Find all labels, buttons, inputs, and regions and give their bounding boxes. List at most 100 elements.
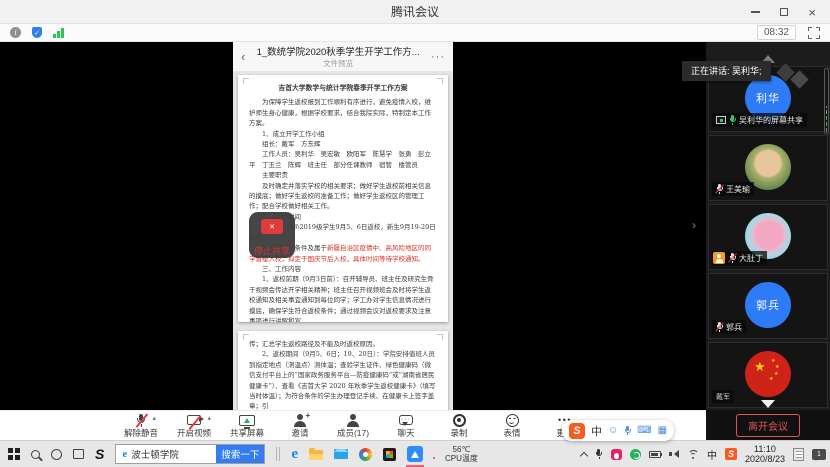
meeting-timer: 08:32: [757, 25, 796, 40]
stop-share-label[interactable]: 停止共享: [254, 244, 290, 257]
mic-muted-icon: [716, 322, 723, 332]
record-button[interactable]: 录制: [439, 413, 479, 438]
unmute-button[interactable]: ▴ 解除静音: [121, 413, 161, 438]
notification-center-icon[interactable]: 1: [812, 449, 826, 460]
video-options-caret-icon[interactable]: ▴: [207, 414, 211, 422]
ime-mode-indicator[interactable]: 中: [591, 423, 602, 439]
participant-name: 吴利华的屏幕共享: [739, 115, 803, 126]
mic-muted-icon: [729, 253, 736, 263]
edge-browser-icon[interactable]: e: [291, 447, 298, 462]
emoji-button[interactable]: 表情: [492, 413, 532, 438]
tencent-meeting-taskbar-icon[interactable]: [407, 446, 423, 465]
camera-off-icon: [187, 415, 201, 425]
tencent-meeting-window: 腾讯会议 × i ✓ 08:32 ‹ 1_数统学院2020秋季学生开学工: [0, 0, 830, 467]
panel-expand-chevron-icon[interactable]: ›: [692, 218, 696, 232]
speaking-toast: 正在讲话: 吴利华;: [682, 61, 771, 81]
ime-emoji-icon[interactable]: ☺: [608, 426, 618, 436]
video-tile[interactable]: 大肚丁: [708, 204, 828, 270]
maximize-icon[interactable]: [780, 8, 788, 16]
video-tile[interactable]: 郭兵 郭兵: [708, 273, 828, 339]
back-chevron-icon[interactable]: ‹: [241, 49, 245, 64]
participants-panel: 利华 吴利华的屏幕共享 王美瑜: [706, 42, 830, 410]
tray-mic-icon[interactable]: [595, 449, 603, 460]
host-badge-icon: [713, 252, 725, 264]
taskbar-search-box[interactable]: e 波士顿学院 搜索一下: [115, 444, 265, 464]
network-signal-icon[interactable]: [53, 28, 64, 38]
video-tile[interactable]: 王美瑜: [708, 135, 828, 201]
search-submit-button[interactable]: 搜索一下: [216, 444, 264, 464]
members-button[interactable]: 成员(17): [333, 413, 373, 438]
document-header: ‹ 1_数统学院2020秋季学生开学工作方... 文件预览 ···: [233, 42, 453, 72]
document-title: 1_数统学院2020秋季学生开学工作方...: [249, 44, 427, 58]
minimize-icon[interactable]: [751, 11, 760, 13]
participant-name: 戴军: [716, 392, 730, 402]
volume-icon[interactable]: [669, 449, 679, 459]
participant-name: 郭兵: [726, 322, 742, 333]
audio-level-meter: [824, 68, 829, 134]
mic-muted-icon: [716, 184, 723, 194]
close-icon[interactable]: ×: [808, 6, 816, 19]
sogou-logo-icon[interactable]: S: [569, 423, 585, 439]
ime-voice-icon[interactable]: [624, 426, 631, 436]
title-bar: 腾讯会议 ×: [0, 0, 830, 24]
browser-360-icon[interactable]: [359, 448, 372, 461]
document-page-2: 传；汇总学生返校路径及不能及时返校原因。 2、返校期间（9月5、6日；19、20…: [238, 331, 448, 410]
doc-paragraph: 三、工作内容: [249, 264, 437, 274]
window-title: 腾讯会议: [391, 3, 439, 20]
app-icon-s[interactable]: S: [95, 447, 104, 461]
members-icon: [346, 414, 360, 427]
doc-heading: 吉首大学数学与统计学院春季开学工作方案: [249, 83, 437, 93]
battery-icon[interactable]: [649, 451, 661, 458]
document-subtitle: 文件预览: [249, 58, 427, 69]
meeting-toolbar-row: ▴ 解除静音 ▴ 开启视频 共享屏幕 + 邀请 成员(17) ·: [0, 410, 830, 440]
taskbar-search-icon[interactable]: [31, 450, 40, 459]
screen-share-icon: [716, 116, 726, 124]
document-more-icon[interactable]: ···: [431, 51, 445, 63]
leave-meeting-button[interactable]: 离开会议: [736, 414, 800, 437]
chat-bubble-icon: ···: [399, 415, 413, 425]
start-button-icon[interactable]: [8, 448, 20, 460]
star-icon: ★: [754, 359, 766, 375]
doc-paragraph: 主要职责: [249, 170, 437, 180]
invite-button[interactable]: + 邀请: [280, 413, 320, 438]
task-view-icon[interactable]: [73, 449, 84, 459]
flag-avatar: ★ ★ ★ ★ ★: [745, 351, 791, 397]
sogou-tray-icon[interactable]: S: [725, 448, 737, 460]
doc-paragraph: 1、成立开学工作小组: [249, 129, 437, 139]
wifi-icon[interactable]: [687, 449, 699, 459]
notification-badge: 1: [817, 451, 821, 458]
ime-keyboard-icon[interactable]: ⌨: [637, 426, 651, 436]
ime-toolbox-icon[interactable]: ▦: [658, 426, 667, 436]
stop-share-overlay[interactable]: ✕ 停止共享: [249, 212, 295, 258]
fullscreen-icon[interactable]: [808, 27, 820, 39]
ime-language-indicator[interactable]: 中: [707, 447, 717, 462]
sticky-note-icon[interactable]: [793, 448, 804, 461]
tray-expand-chevron-icon[interactable]: [580, 451, 588, 459]
start-video-button[interactable]: ▴ 开启视频: [174, 413, 214, 438]
windows-taskbar: S e 波士顿学院 搜索一下 e 56℃ CPU温度: [0, 440, 830, 467]
meeting-status-bar: i ✓ 08:32: [0, 24, 830, 42]
search-query-text[interactable]: 波士顿学院: [131, 447, 216, 461]
security-shield-icon[interactable]: ✓: [32, 27, 42, 38]
cortana-icon[interactable]: [51, 449, 62, 460]
main-area: ‹ 1_数统学院2020秋季学生开学工作方... 文件预览 ··· 吉首大学数学…: [0, 42, 830, 410]
share-screen-button[interactable]: 共享屏幕: [227, 413, 267, 438]
tray-green-app-icon[interactable]: [630, 449, 641, 460]
participant-label: 吴利华的屏幕共享: [712, 113, 807, 127]
meeting-info-icon[interactable]: i: [10, 27, 21, 38]
taskbar-clock[interactable]: 11:10 2020/8/23: [745, 444, 785, 464]
chat-button[interactable]: ··· 聊天: [386, 413, 426, 438]
mic-options-caret-icon[interactable]: ▴: [152, 414, 156, 422]
file-explorer-icon[interactable]: [309, 450, 323, 460]
ime-toolbar[interactable]: S 中 ☺ ⌨ ▦: [562, 420, 674, 441]
microsoft-store-icon[interactable]: [383, 448, 396, 461]
tray-pink-app-icon[interactable]: [611, 449, 622, 460]
participant-label: 郭兵: [712, 320, 746, 334]
scroll-down-arrow-icon[interactable]: [761, 400, 775, 408]
mail-app-icon[interactable]: [334, 449, 348, 459]
doc-paragraph: 为保障学生返校报到工作顺利有序进行，避免疫情入校，维护师生身心健康，根据学校要求…: [249, 97, 437, 128]
invite-person-icon: +: [293, 414, 307, 427]
participant-label: 戴军: [712, 390, 734, 403]
video-tile[interactable]: ★ ★ ★ ★ ★ 戴军: [708, 342, 828, 408]
browser-e-icon: e: [122, 448, 127, 460]
